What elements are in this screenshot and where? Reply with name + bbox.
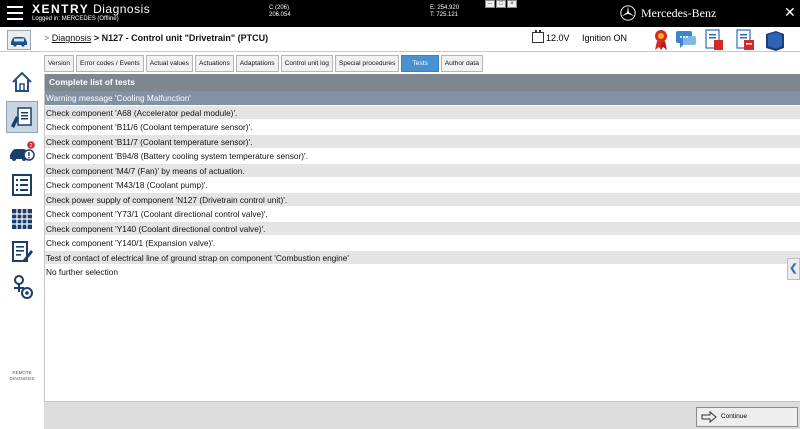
tab-control-unit-log[interactable]: Control unit log bbox=[280, 55, 333, 72]
tab-special-procedures[interactable]: Special procedures bbox=[334, 55, 400, 72]
home-icon bbox=[12, 71, 32, 92]
sidebar-item-faults[interactable]: 2 bbox=[6, 138, 38, 168]
tab-error-codes[interactable]: Error codes / Events bbox=[76, 55, 144, 72]
list-item[interactable]: Check component 'B94/8 (Battery cooling … bbox=[45, 149, 800, 164]
manual-book-icon[interactable] bbox=[764, 28, 786, 52]
list-item[interactable]: Check component 'Y140 (Coolant direction… bbox=[45, 221, 800, 236]
faults-badge: 2 bbox=[29, 143, 32, 149]
vehicle-faults-icon: 2 bbox=[10, 141, 35, 161]
maximize-button[interactable]: □ bbox=[496, 0, 506, 8]
tab-bar: Version Error codes / Events Actual valu… bbox=[44, 55, 800, 72]
breadcrumb-current: > N127 - Control unit "Drivetrain" (PTCU… bbox=[93, 33, 269, 43]
list-item[interactable]: Check component 'B11/7 (Coolant temperat… bbox=[45, 134, 800, 149]
tab-actual-values[interactable]: Actual values bbox=[145, 55, 193, 72]
tab-author-data[interactable]: Author data bbox=[440, 55, 483, 72]
sidebar-item-home[interactable] bbox=[6, 67, 38, 97]
sidebar-item-list[interactable] bbox=[6, 170, 38, 200]
mercedes-star-icon bbox=[620, 5, 636, 21]
car-icon bbox=[11, 37, 27, 47]
grid-icon bbox=[12, 209, 32, 229]
side-panel-toggle[interactable]: ❮ bbox=[787, 258, 800, 280]
tab-actuations[interactable]: Actuations bbox=[194, 55, 234, 72]
remote-settings-icon bbox=[14, 275, 33, 299]
list-item[interactable]: Check component 'M43/18 (Coolant pump)'. bbox=[45, 178, 800, 193]
list-item[interactable]: Warning message 'Cooling Malfunction' bbox=[45, 91, 800, 106]
window-controls: – □ × bbox=[485, 0, 518, 9]
tab-adaptations[interactable]: Adaptations bbox=[235, 55, 279, 72]
logged-in-status: Logged in: MERCEDES (Offline) bbox=[32, 16, 119, 22]
list-item[interactable]: Test of contact of electrical line of gr… bbox=[45, 250, 800, 265]
tab-version[interactable]: Version bbox=[44, 55, 74, 72]
tests-panel: Complete list of tests Warning message '… bbox=[44, 74, 800, 401]
panel-title: Complete list of tests bbox=[45, 74, 800, 91]
sidebar-item-diagnosis[interactable] bbox=[6, 101, 38, 133]
document-report-icon[interactable] bbox=[703, 28, 725, 52]
sidebar-item-document[interactable] bbox=[6, 237, 38, 267]
chat-icon[interactable] bbox=[675, 28, 697, 52]
list-item[interactable]: Check component 'M4/7 (Fan)' by means of… bbox=[45, 163, 800, 178]
app-title: XENTRY Diagnosis bbox=[32, 2, 151, 16]
continue-label: Continue bbox=[721, 413, 748, 420]
battery-icon bbox=[532, 30, 544, 43]
arrow-right-icon bbox=[701, 411, 717, 423]
minimize-button[interactable]: – bbox=[485, 0, 495, 8]
list-icon bbox=[12, 174, 32, 196]
continue-button[interactable]: Continue bbox=[696, 407, 798, 427]
close-window-button[interactable]: × bbox=[507, 0, 517, 8]
list-item[interactable]: Check component 'Y140/1 (Expansion valve… bbox=[45, 236, 800, 251]
header: > Diagnosis > N127 - Control unit "Drive… bbox=[0, 27, 800, 52]
voltage-value: 12.0V bbox=[546, 33, 570, 43]
close-icon[interactable]: ✕ bbox=[784, 5, 796, 19]
remote-diagnosis-label[interactable]: REMOTE DIAGNOSIS bbox=[6, 370, 38, 382]
ignition-status: Ignition ON bbox=[582, 33, 628, 43]
document-print-icon[interactable] bbox=[734, 28, 756, 52]
tests-list: Warning message 'Cooling Malfunction' Ch… bbox=[45, 91, 800, 280]
list-item[interactable]: No further selection bbox=[45, 265, 800, 280]
diagnosis-icon bbox=[11, 107, 32, 128]
vehicle-button[interactable] bbox=[7, 30, 31, 50]
engine-transmission-codes: E: 254.920 T: 725.121 bbox=[430, 5, 460, 18]
list-item[interactable]: Check component 'A68 (Accelerator pedal … bbox=[45, 105, 800, 120]
tab-tests[interactable]: Tests bbox=[401, 55, 439, 72]
list-item[interactable]: Check power supply of component 'N127 (D… bbox=[45, 192, 800, 207]
sidebar-item-remote-settings[interactable] bbox=[6, 272, 38, 302]
sidebar-item-grid[interactable] bbox=[6, 204, 38, 234]
title-bar: XENTRY Diagnosis Logged in: MERCEDES (Of… bbox=[0, 0, 800, 27]
breadcrumb-diagnosis-link[interactable]: Diagnosis bbox=[52, 33, 92, 43]
list-item[interactable]: Check component 'Y73/1 (Coolant directio… bbox=[45, 207, 800, 222]
vehicle-code: C (206) 206.054 bbox=[269, 5, 291, 18]
menu-icon[interactable] bbox=[7, 6, 23, 20]
mercedes-brand: Mercedes-Benz bbox=[641, 6, 717, 20]
sidebar: 2 REMOTE DIAGNOSIS bbox=[0, 52, 43, 429]
bottom-bar: Continue bbox=[44, 401, 800, 429]
list-item[interactable]: Check component 'B11/6 (Coolant temperat… bbox=[45, 120, 800, 135]
breadcrumb: > Diagnosis > N127 - Control unit "Drive… bbox=[44, 33, 269, 43]
award-icon[interactable] bbox=[650, 28, 672, 52]
document-edit-icon bbox=[12, 241, 33, 262]
